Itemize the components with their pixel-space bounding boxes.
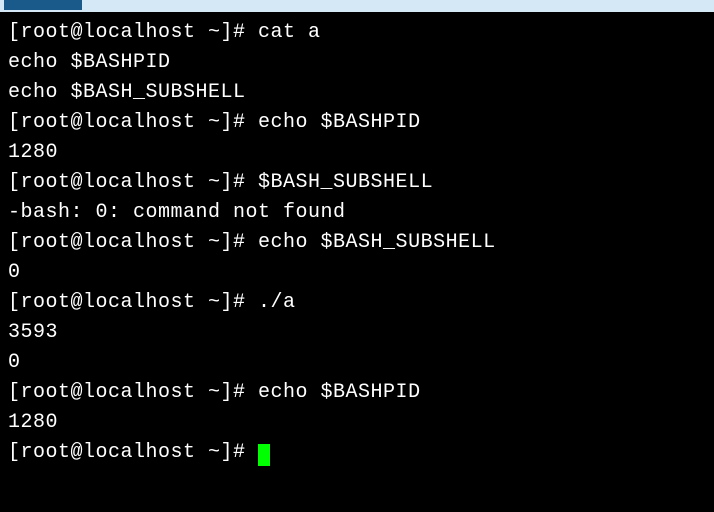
terminal-area[interactable]: [root@localhost ~]# cat a echo $BASHPID … xyxy=(0,12,714,474)
terminal-line: 0 xyxy=(8,348,706,378)
terminal-line: -bash: 0: command not found xyxy=(8,198,706,228)
terminal-line: [root@localhost ~]# ./a xyxy=(8,288,706,318)
terminal-line: [root@localhost ~]# $BASH_SUBSHELL xyxy=(8,168,706,198)
terminal-line: 1280 xyxy=(8,138,706,168)
terminal-line: 1280 xyxy=(8,408,706,438)
terminal-line: [root@localhost ~]# echo $BASHPID xyxy=(8,108,706,138)
terminal-prompt-line: [root@localhost ~]# xyxy=(8,438,706,468)
terminal-line: echo $BASH_SUBSHELL xyxy=(8,78,706,108)
terminal-tab[interactable] xyxy=(4,0,82,10)
terminal-line: echo $BASHPID xyxy=(8,48,706,78)
cursor-icon xyxy=(258,444,270,466)
terminal-line: 0 xyxy=(8,258,706,288)
terminal-line: 3593 xyxy=(8,318,706,348)
terminal-line: [root@localhost ~]# echo $BASHPID xyxy=(8,378,706,408)
terminal-line: [root@localhost ~]# echo $BASH_SUBSHELL xyxy=(8,228,706,258)
terminal-line: [root@localhost ~]# cat a xyxy=(8,18,706,48)
terminal-prompt-text: [root@localhost ~]# xyxy=(8,441,258,464)
tab-bar xyxy=(0,0,714,12)
